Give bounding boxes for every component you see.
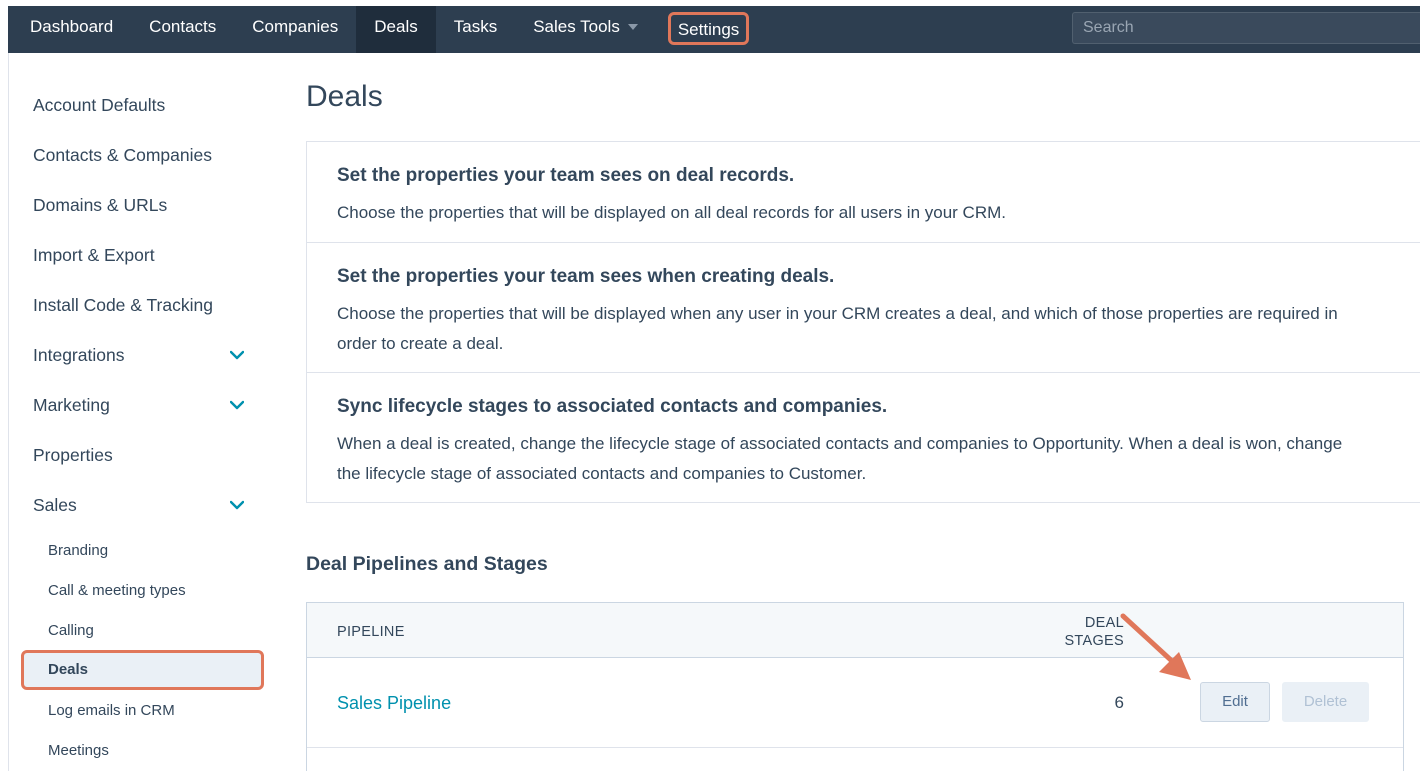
card-description: When a deal is created, change the lifec…: [337, 434, 1343, 483]
sidebar-subitem-deals-label: Deals: [48, 661, 89, 678]
table-header: PIPELINE DEAL STAGES: [307, 602, 1403, 658]
sidebar-item-properties[interactable]: Properties: [33, 445, 113, 466]
card-description: Choose the properties that will be displ…: [337, 203, 1006, 222]
sidebar-item-domains-urls[interactable]: Domains & URLs: [33, 195, 167, 216]
sidebar-item-account-defaults[interactable]: Account Defaults: [33, 95, 165, 116]
nav-contacts[interactable]: Contacts: [131, 6, 234, 53]
card-description: Choose the properties that will be displ…: [337, 304, 1338, 353]
section-title-pipelines: Deal Pipelines and Stages: [306, 553, 548, 575]
annotation-arrow-icon: [1120, 613, 1191, 680]
sidebar-item-sales[interactable]: Sales: [33, 495, 77, 516]
sidebar-item-install-code[interactable]: Install Code & Tracking: [33, 295, 213, 316]
settings-sidebar: Account Defaults Contacts & Companies Do…: [9, 53, 279, 771]
edit-button[interactable]: Edit: [1200, 682, 1270, 722]
card-heading: Sync lifecycle stages to associated cont…: [337, 396, 888, 417]
caret-down-icon: [627, 23, 638, 30]
nav-deals[interactable]: Deals: [356, 6, 436, 53]
sidebar-subitem-meetings[interactable]: Meetings: [48, 742, 109, 759]
column-header-deal-stages: DEAL STAGES: [1047, 614, 1124, 650]
sidebar-item-integrations[interactable]: Integrations: [33, 345, 124, 366]
nav-sales-tools-label: Sales Tools: [533, 17, 620, 36]
table-row: Sales Pipeline 6 Edit Delete: [307, 658, 1403, 748]
pipelines-table: PIPELINE DEAL STAGES Sales Pipeline 6 Ed…: [306, 602, 1404, 771]
sidebar-subitem-call-meeting-types[interactable]: Call & meeting types: [48, 582, 186, 599]
chevron-down-icon[interactable]: [230, 398, 244, 412]
delete-button[interactable]: Delete: [1282, 682, 1369, 722]
sidebar-subitem-calling[interactable]: Calling: [48, 622, 94, 639]
nav-tasks[interactable]: Tasks: [436, 6, 515, 53]
nav-settings[interactable]: Settings: [667, 6, 750, 53]
setting-card-creating-deals[interactable]: Set the properties your team sees when c…: [306, 242, 1420, 373]
sidebar-item-contacts-companies[interactable]: Contacts & Companies: [33, 145, 212, 166]
chevron-down-icon[interactable]: [230, 498, 244, 512]
pipeline-name-link[interactable]: Sales Pipeline: [337, 693, 451, 714]
sidebar-subitem-deals[interactable]: Deals: [21, 650, 264, 690]
sidebar-subitem-log-emails[interactable]: Log emails in CRM: [48, 702, 175, 719]
nav-companies[interactable]: Companies: [234, 6, 356, 53]
search-input[interactable]: Search: [1072, 12, 1420, 44]
sidebar-item-marketing[interactable]: Marketing: [33, 395, 110, 416]
stage-count: 6: [1114, 693, 1124, 712]
page-title: Deals: [306, 80, 383, 113]
setting-card-lifecycle-sync[interactable]: Sync lifecycle stages to associated cont…: [306, 372, 1420, 503]
column-header-deal-stages-line1: DEAL: [1084, 615, 1124, 631]
setting-card-deal-records[interactable]: Set the properties your team sees on dea…: [306, 141, 1420, 243]
column-header-deal-stages-line2: STAGES: [1064, 633, 1124, 649]
sidebar-item-import-export[interactable]: Import & Export: [33, 245, 155, 266]
top-nav-menu: Dashboard Contacts Companies Deals Tasks…: [8, 6, 750, 53]
column-header-pipeline: PIPELINE: [337, 624, 405, 640]
card-heading: Set the properties your team sees when c…: [337, 266, 835, 287]
top-navigation-bar: Dashboard Contacts Companies Deals Tasks…: [8, 6, 1420, 53]
chevron-down-icon[interactable]: [230, 348, 244, 362]
nav-sales-tools[interactable]: Sales Tools: [515, 6, 656, 53]
sidebar-subitem-branding[interactable]: Branding: [48, 542, 108, 559]
card-heading: Set the properties your team sees on dea…: [337, 165, 795, 186]
settings-highlight: Settings: [667, 12, 750, 45]
nav-dashboard[interactable]: Dashboard: [8, 6, 131, 53]
